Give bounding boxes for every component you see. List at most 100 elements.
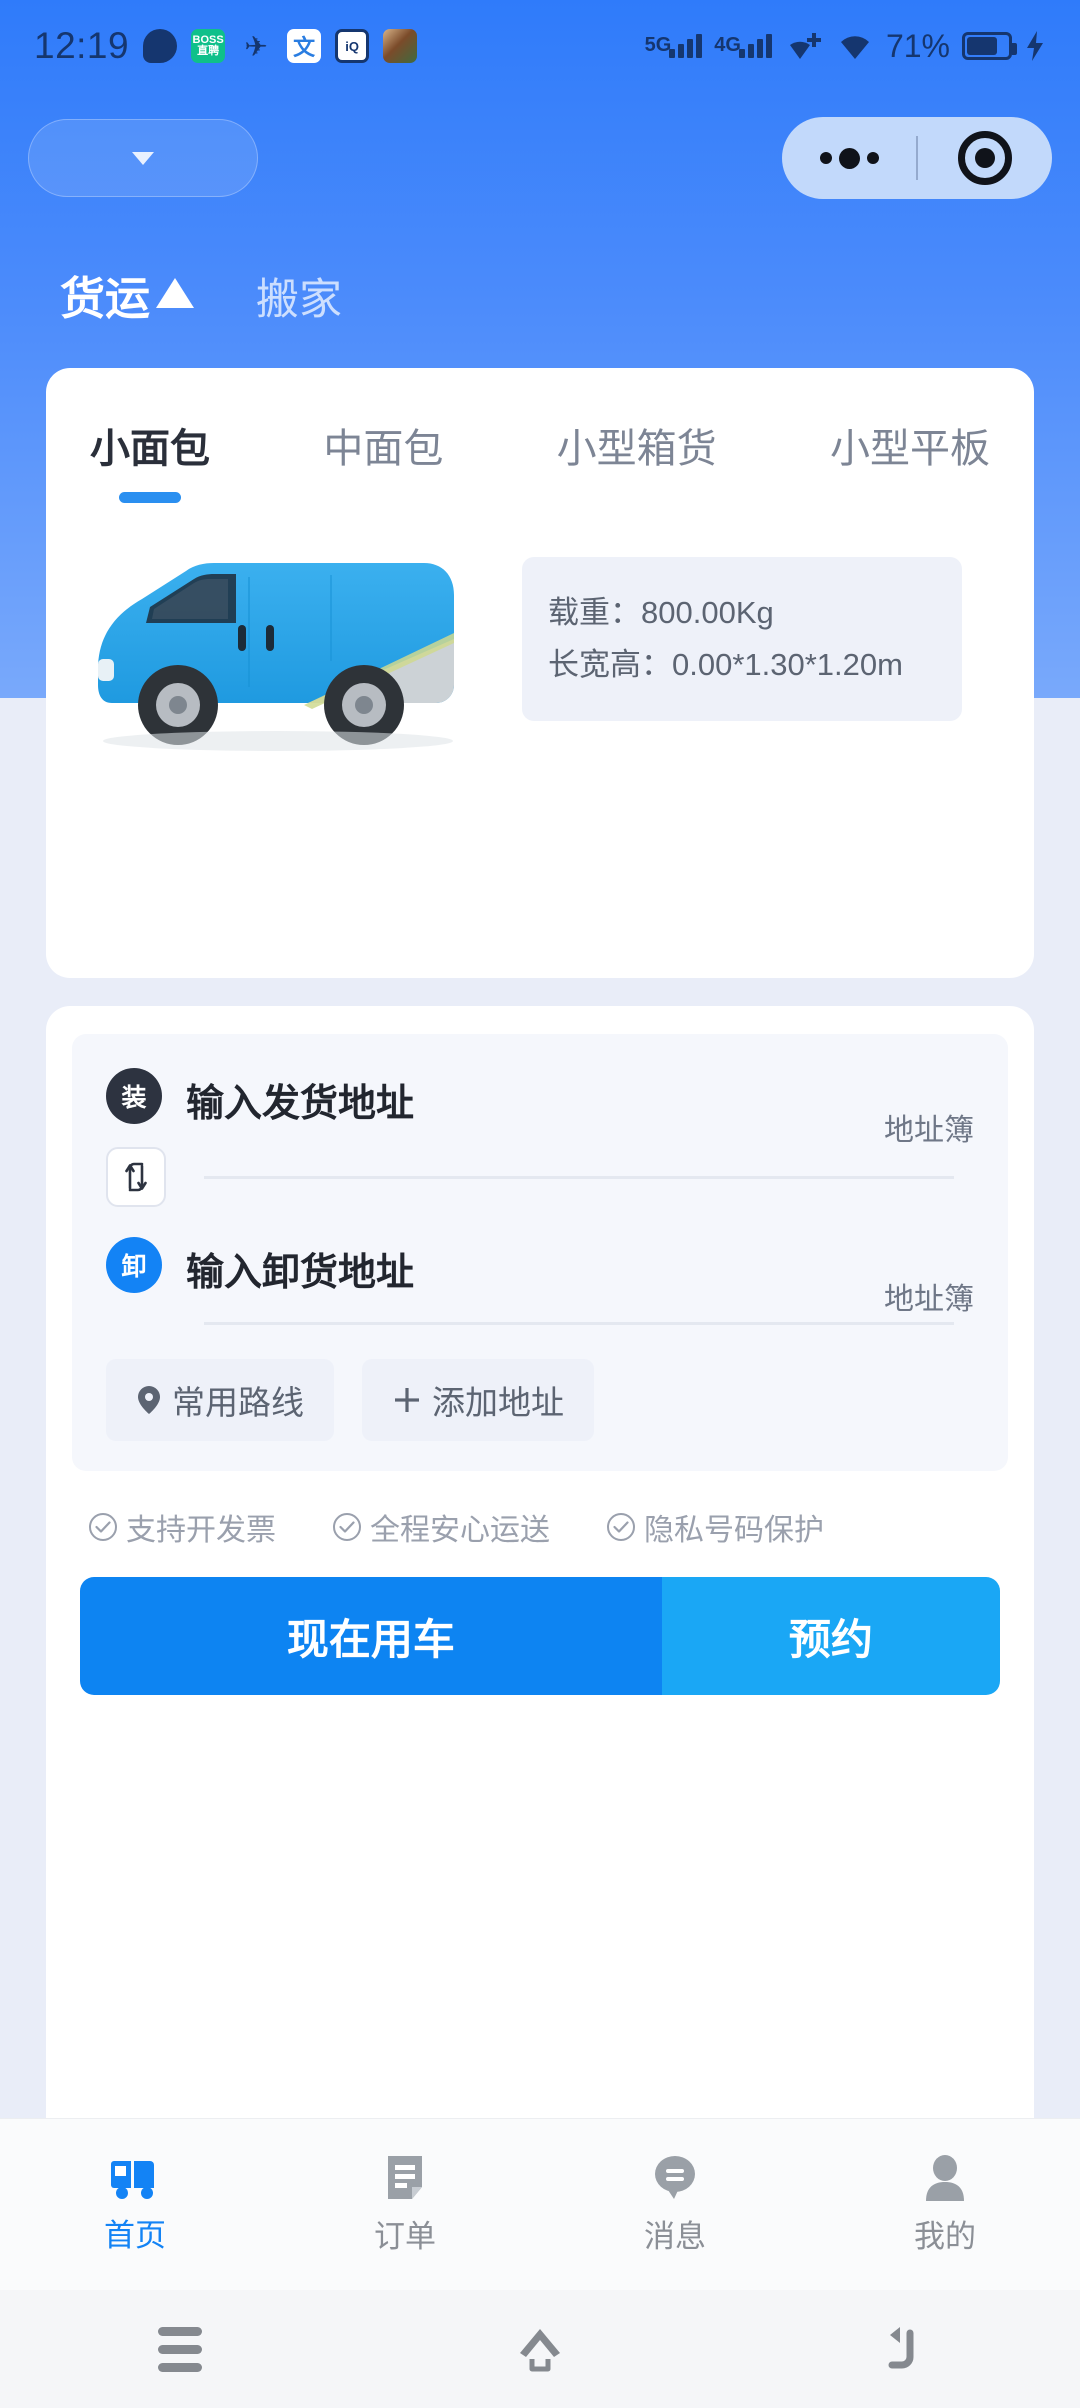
location-selector[interactable] [28, 119, 258, 197]
service-tabs: 货运 搬家 [60, 262, 342, 327]
home-button[interactable] [360, 2323, 720, 2375]
feature-invoice: 支持开发票 [88, 1505, 276, 1549]
mini-program-bar [0, 112, 1080, 204]
feature-privacy: 隐私号码保护 [606, 1505, 824, 1549]
spec-dimensions: 长宽高：0.00*1.30*1.20m [548, 647, 903, 682]
use-now-button[interactable]: 现在用车 [80, 1577, 662, 1695]
status-bar-right: 5G 4G 71% [645, 28, 1046, 65]
blue-van-image [68, 519, 498, 759]
service-tab-freight-label: 货运 [60, 273, 151, 324]
dropoff-divider [204, 1322, 954, 1325]
tab-messages-label: 消息 [644, 2219, 706, 2254]
active-tab-underline [119, 492, 181, 503]
vehicle-tab-small-van-label: 小面包 [90, 427, 210, 471]
vehicle-tab-small-van[interactable]: 小面包 [90, 416, 210, 503]
more-menu-button[interactable] [782, 147, 916, 169]
vehicle-tab-small-box[interactable]: 小型箱货 [557, 416, 717, 474]
battery-icon [962, 32, 1017, 60]
feature-safe-delivery: 全程安心运送 [332, 1505, 550, 1549]
swap-vertical-icon[interactable] [106, 1147, 166, 1207]
back-button[interactable] [720, 2323, 1080, 2375]
back-arrow-icon [888, 2327, 914, 2369]
check-circle-icon-3 [607, 1513, 635, 1541]
tab-home-label: 首页 [104, 2218, 166, 2253]
network-label-5g: 5G [644, 34, 672, 56]
dropoff-address-book-link[interactable]: 地址簿 [884, 1274, 974, 1318]
tab-orders-label: 订单 [374, 2219, 436, 2254]
translate-icon: 文 [287, 29, 322, 63]
document-icon [388, 2156, 422, 2199]
mini-program-capsule [782, 117, 1052, 199]
iqiyi-icon: iQ [335, 29, 370, 63]
tab-home[interactable]: 首页 [0, 2154, 270, 2255]
pickup-badge-icon: 装 [106, 1068, 162, 1124]
game-icon [383, 29, 418, 63]
address-panel: 装 输入发货地址 地址簿 卸 输入卸货地址 地址簿 常用路线 添加地址 [72, 1034, 1008, 1471]
tab-orders[interactable]: 订单 [270, 2153, 540, 2256]
more-dots-icon [819, 147, 879, 169]
vehicle-tab-medium-van-label: 中面包 [323, 427, 444, 471]
status-bar: 12:19 BOSS 直聘 ✈ 文 iQ 5G 4G 71% [0, 0, 1080, 92]
signal-4g-group: 4G [714, 34, 772, 58]
feature-badges: 支持开发票 全程安心运送 隐私号码保护 [72, 1471, 1008, 1549]
tab-profile[interactable]: 我的 [810, 2153, 1080, 2256]
vehicle-tab-small-flatbed[interactable]: 小型平板 [830, 416, 990, 474]
vehicle-type-tabs: 小面包 中面包 小型箱货 小型平板 [46, 368, 1034, 503]
bottom-tab-bar: 首页 订单 消息 我的 [0, 2118, 1080, 2290]
frequent-routes-label: 常用路线 [172, 1384, 304, 1421]
signal-bars-icon-2 [738, 34, 772, 58]
plus-icon [395, 1388, 419, 1412]
cta-row: 现在用车 预约 [80, 1577, 1000, 1695]
spec-load: 载重：800.00Kg [548, 595, 774, 630]
location-pin-icon [138, 1386, 160, 1414]
charging-bolt-icon [1027, 31, 1043, 61]
target-circle-icon [958, 131, 1012, 185]
truck-icon [111, 2161, 154, 2199]
vehicle-card: 小面包 中面包 小型箱货 小型平板 载重：800.00Kg 长宽高：0.00*1… [46, 368, 1034, 978]
tab-messages[interactable]: 消息 [540, 2153, 810, 2256]
dropoff-badge-icon: 卸 [106, 1237, 162, 1293]
plane-icon: ✈ [244, 30, 268, 62]
app-root: 12:19 BOSS 直聘 ✈ 文 iQ 5G 4G 71% 货运 搬家 小面包… [0, 0, 1080, 2408]
pickup-row: 装 输入发货地址 地址簿 [106, 1068, 974, 1147]
service-tab-moving[interactable]: 搬家 [256, 265, 342, 327]
frequent-routes-button[interactable]: 常用路线 [106, 1359, 334, 1441]
pickup-address-input[interactable]: 输入发货地址 [186, 1072, 884, 1127]
home-icon [520, 2329, 560, 2372]
check-circle-icon [89, 1513, 117, 1541]
feature-invoice-label: 支持开发票 [126, 1514, 276, 1547]
android-nav-bar [0, 2290, 1080, 2408]
chat-bubble-icon [655, 2156, 695, 2199]
chevron-down-icon [132, 151, 154, 165]
add-address-button[interactable]: 添加地址 [362, 1359, 594, 1441]
service-tab-moving-label: 搬家 [256, 276, 343, 324]
status-bar-left: 12:19 BOSS 直聘 ✈ 文 iQ [34, 25, 418, 67]
feature-safe-delivery-label: 全程安心运送 [370, 1514, 550, 1547]
pickup-divider [204, 1175, 954, 1179]
vehicle-body: 载重：800.00Kg 长宽高：0.00*1.30*1.20m [46, 503, 1034, 759]
menu-icon [158, 2326, 202, 2372]
dropoff-row: 卸 输入卸货地址 地址簿 [106, 1237, 974, 1316]
signal-bars-icon [669, 34, 703, 58]
wifi-icon [840, 36, 869, 59]
vehicle-tab-medium-van[interactable]: 中面包 [323, 416, 443, 474]
order-card: 装 输入发货地址 地址簿 卸 输入卸货地址 地址簿 常用路线 添加地址 支持开发… [46, 1006, 1034, 2146]
add-address-label: 添加地址 [432, 1384, 564, 1421]
dropoff-address-input[interactable]: 输入卸货地址 [186, 1241, 884, 1296]
feature-privacy-label: 隐私号码保护 [644, 1514, 824, 1547]
network-label-4g: 4G [714, 34, 741, 56]
person-icon [926, 2155, 964, 2201]
wifi-plus-icon [789, 33, 821, 59]
service-tab-freight[interactable]: 货运 [60, 262, 195, 327]
reserve-button[interactable]: 预约 [661, 1577, 1000, 1695]
check-circle-icon-2 [333, 1513, 361, 1541]
close-program-button[interactable] [918, 131, 1052, 185]
vehicle-spec-box: 载重：800.00Kg 长宽高：0.00*1.30*1.20m [522, 557, 962, 721]
battery-percent: 71% [885, 27, 950, 64]
pickup-address-book-link[interactable]: 地址簿 [884, 1105, 974, 1149]
boss-zhipin-icon: BOSS 直聘 [191, 29, 226, 63]
address-action-chips: 常用路线 添加地址 [106, 1359, 974, 1441]
recents-button[interactable] [0, 2326, 360, 2372]
signal-5g-group: 5G [645, 34, 703, 58]
swap-row [106, 1147, 974, 1207]
